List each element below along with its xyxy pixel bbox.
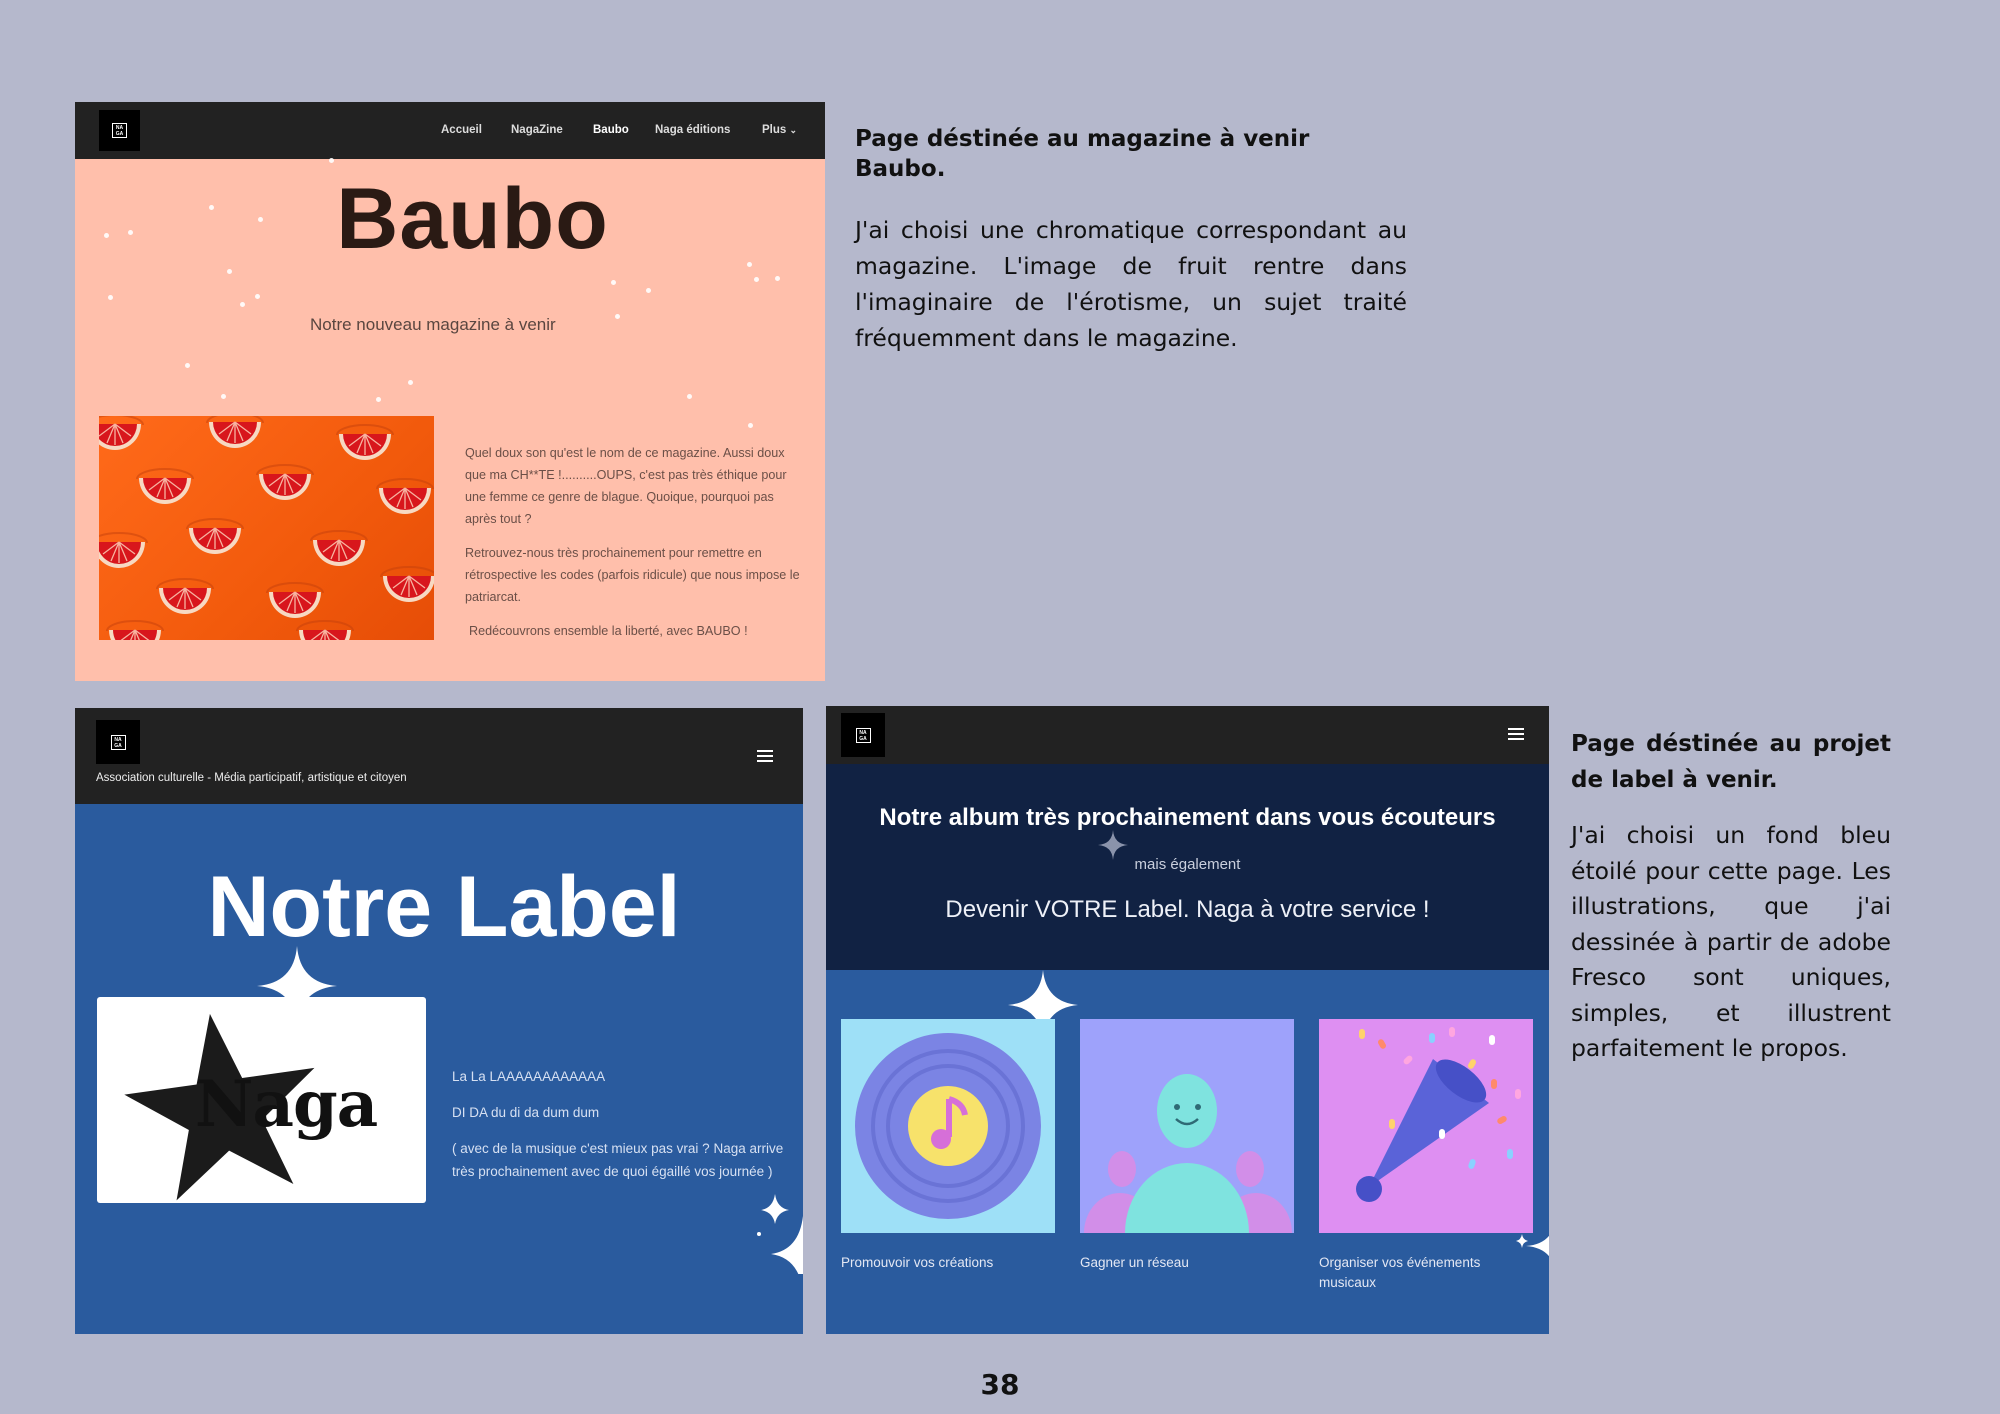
baubo-paragraph-2: Retrouvez-nous très prochainement pour r… [465,546,800,604]
baubo-page-screenshot: NA GA Accueil NagaZine Baubo Naga éditio… [75,102,825,681]
logo-mark: NA GA [112,123,127,138]
devenir-label-text: Devenir VOTRE Label. Naga à votre servic… [945,896,1430,923]
label-services-screenshot: NA GA Notre album très prochainement dan… [826,706,1549,1334]
album-heading: Notre album très prochainement dans vous… [879,804,1496,831]
nav-naga-editions[interactable]: Naga éditions [655,124,730,136]
logo-mark: NA GA [855,727,871,743]
nav-nagazine[interactable]: NagaZine [511,124,563,136]
hamburger-menu-icon[interactable] [757,750,773,762]
hamburger-menu-icon[interactable] [1508,728,1524,740]
label-line-3: ( avec de la musique c'est mieux pas vra… [452,1141,784,1179]
baubo-description: Page déstinée au magazine à venir Baubo.… [855,124,1407,356]
tile-promouvoir[interactable] [841,1019,1055,1233]
logo-mark: NA GA [110,734,126,750]
tile-caption-promouvoir: Promouvoir vos créations [841,1255,994,1270]
label-navbar: NA GA Association culturelle - Média par… [75,708,803,804]
association-tagline: Association culturelle - Média participa… [96,772,407,784]
nav-accueil[interactable]: Accueil [441,124,482,136]
label-title: Notre Label [207,859,681,955]
baubo-paragraph-3: Redécouvrons ensemble la liberté, avec B… [469,624,748,638]
naga-logo-text: Naga [195,1067,378,1142]
naga-logo[interactable]: NA GA [96,720,140,764]
baubo-navbar: NA GA Accueil NagaZine Baubo Naga éditio… [75,102,825,159]
album-section: Notre album très prochainement dans vous… [826,764,1549,970]
label-desc-body: J'ai choisi un fond bleu étoilé pour cet… [1571,821,1891,1062]
mais-egalement-text: mais également [1134,856,1241,873]
sparkle-icon [757,1194,803,1274]
vinyl-record-icon [855,1033,1041,1219]
chevron-down-icon: ⌄ [789,125,798,135]
label-line-2: DI DA du di da dum dum [452,1105,600,1120]
sparkle-icon [1516,1234,1549,1257]
baubo-subtitle: Notre nouveau magazine à venir [310,315,556,334]
nav-plus[interactable]: Plus ⌄ [762,124,797,136]
nav-baubo[interactable]: Baubo [593,124,629,136]
label-description: Page déstinée au projet de label à venir… [1571,726,1891,1067]
grapefruit-image [99,416,434,640]
page-number: 38 [980,1368,1020,1401]
baubo-paragraph-1: Quel doux son qu'est le nom de ce magazi… [465,446,787,526]
label-text-block: La La LAAAAAAAAAAAA DI DA du di da dum d… [452,1065,787,1183]
grapefruit-slices [99,416,434,640]
nav-plus-label: Plus [762,124,787,136]
baubo-title: Baubo [336,171,609,267]
baubo-desc-body: J'ai choisi une chromatique correspondan… [855,216,1407,352]
baubo-text-block: Quel doux son qu'est le nom de ce magazi… [465,442,805,642]
baubo-desc-heading: Page déstinée au magazine à venir Baubo. [855,126,1310,182]
tile-reseau[interactable] [1080,1019,1294,1233]
tile-caption-reseau: Gagner un réseau [1080,1255,1189,1270]
tile-evenements[interactable] [1319,1019,1533,1233]
label-page-screenshot: NA GA Association culturelle - Média par… [75,708,803,1334]
label-desc-heading: Page déstinée au projet de label à venir… [1571,731,1891,793]
naga-logo[interactable]: NA GA [99,110,140,151]
people-network-icon [1084,1074,1292,1233]
naga-logo-card: Naga [97,997,426,1203]
label-line-1: La La LAAAAAAAAAAAA [452,1069,606,1084]
label-navbar: NA GA [826,706,1549,764]
naga-logo[interactable]: NA GA [841,713,885,757]
tile-caption-evenements: Organiser vos événements musicaux [1319,1255,1481,1290]
party-popper-icon [1356,1027,1521,1202]
